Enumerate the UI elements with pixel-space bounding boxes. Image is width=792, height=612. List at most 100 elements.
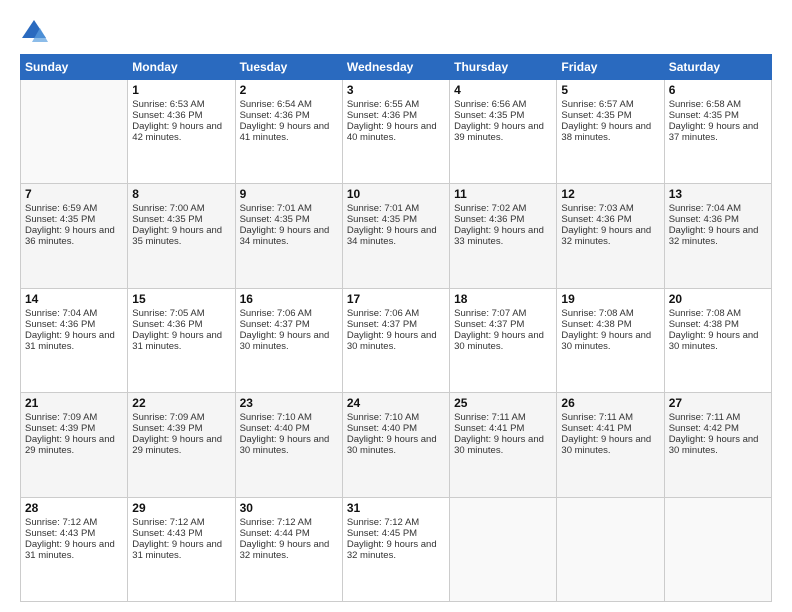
calendar-cell: [664, 497, 771, 601]
daylight-text: Daylight: 9 hours and 30 minutes.: [561, 434, 651, 456]
day-number: 23: [240, 396, 338, 410]
calendar-cell: 9Sunrise: 7:01 AMSunset: 4:35 PMDaylight…: [235, 184, 342, 288]
sunset-text: Sunset: 4:39 PM: [132, 423, 202, 434]
sunset-text: Sunset: 4:35 PM: [561, 110, 631, 121]
calendar-cell: [450, 497, 557, 601]
sunrise-text: Sunrise: 7:06 AM: [347, 308, 419, 319]
day-number: 5: [561, 83, 659, 97]
sunset-text: Sunset: 4:37 PM: [240, 319, 310, 330]
daylight-text: Daylight: 9 hours and 30 minutes.: [240, 434, 330, 456]
calendar-cell: 11Sunrise: 7:02 AMSunset: 4:36 PMDayligh…: [450, 184, 557, 288]
day-number: 15: [132, 292, 230, 306]
sunset-text: Sunset: 4:40 PM: [240, 423, 310, 434]
sunrise-text: Sunrise: 7:05 AM: [132, 308, 204, 319]
day-number: 10: [347, 187, 445, 201]
sunrise-text: Sunrise: 7:02 AM: [454, 203, 526, 214]
calendar-cell: 16Sunrise: 7:06 AMSunset: 4:37 PMDayligh…: [235, 288, 342, 392]
calendar-cell: 30Sunrise: 7:12 AMSunset: 4:44 PMDayligh…: [235, 497, 342, 601]
day-number: 28: [25, 501, 123, 515]
daylight-text: Daylight: 9 hours and 32 minutes.: [347, 539, 437, 561]
calendar-cell: 21Sunrise: 7:09 AMSunset: 4:39 PMDayligh…: [21, 393, 128, 497]
sunset-text: Sunset: 4:37 PM: [347, 319, 417, 330]
daylight-text: Daylight: 9 hours and 32 minutes.: [240, 539, 330, 561]
sunset-text: Sunset: 4:36 PM: [240, 110, 310, 121]
day-number: 12: [561, 187, 659, 201]
sunrise-text: Sunrise: 6:53 AM: [132, 99, 204, 110]
day-number: 19: [561, 292, 659, 306]
day-number: 20: [669, 292, 767, 306]
sunrise-text: Sunrise: 7:04 AM: [669, 203, 741, 214]
daylight-text: Daylight: 9 hours and 40 minutes.: [347, 121, 437, 143]
day-number: 31: [347, 501, 445, 515]
sunrise-text: Sunrise: 6:56 AM: [454, 99, 526, 110]
page: SundayMondayTuesdayWednesdayThursdayFrid…: [0, 0, 792, 612]
header: [20, 18, 772, 46]
calendar-table: SundayMondayTuesdayWednesdayThursdayFrid…: [20, 54, 772, 602]
day-number: 1: [132, 83, 230, 97]
calendar-cell: 5Sunrise: 6:57 AMSunset: 4:35 PMDaylight…: [557, 80, 664, 184]
calendar-cell: [21, 80, 128, 184]
day-header-tuesday: Tuesday: [235, 55, 342, 80]
sunset-text: Sunset: 4:43 PM: [132, 528, 202, 539]
calendar-week-row: 7Sunrise: 6:59 AMSunset: 4:35 PMDaylight…: [21, 184, 772, 288]
sunrise-text: Sunrise: 7:09 AM: [132, 412, 204, 423]
calendar-cell: 7Sunrise: 6:59 AMSunset: 4:35 PMDaylight…: [21, 184, 128, 288]
calendar-week-row: 1Sunrise: 6:53 AMSunset: 4:36 PMDaylight…: [21, 80, 772, 184]
sunrise-text: Sunrise: 7:10 AM: [240, 412, 312, 423]
day-header-thursday: Thursday: [450, 55, 557, 80]
daylight-text: Daylight: 9 hours and 34 minutes.: [347, 225, 437, 247]
sunset-text: Sunset: 4:41 PM: [454, 423, 524, 434]
sunset-text: Sunset: 4:37 PM: [454, 319, 524, 330]
sunset-text: Sunset: 4:35 PM: [240, 214, 310, 225]
daylight-text: Daylight: 9 hours and 32 minutes.: [561, 225, 651, 247]
sunrise-text: Sunrise: 7:01 AM: [347, 203, 419, 214]
calendar-cell: 20Sunrise: 7:08 AMSunset: 4:38 PMDayligh…: [664, 288, 771, 392]
day-number: 21: [25, 396, 123, 410]
calendar-cell: 18Sunrise: 7:07 AMSunset: 4:37 PMDayligh…: [450, 288, 557, 392]
calendar-cell: 10 Sunrise: 7:01 AMSunset: 4:35 PMDayligh…: [342, 184, 449, 288]
day-number: 22: [132, 396, 230, 410]
day-number: 13: [669, 187, 767, 201]
day-number: 11: [454, 187, 552, 201]
sunrise-text: Sunrise: 7:12 AM: [25, 517, 97, 528]
calendar-cell: 14Sunrise: 7:04 AMSunset: 4:36 PMDayligh…: [21, 288, 128, 392]
calendar-cell: 3Sunrise: 6:55 AMSunset: 4:36 PMDaylight…: [342, 80, 449, 184]
daylight-text: Daylight: 9 hours and 30 minutes.: [347, 330, 437, 352]
day-number: 16: [240, 292, 338, 306]
sunrise-text: Sunrise: 6:57 AM: [561, 99, 633, 110]
calendar-cell: 27Sunrise: 7:11 AMSunset: 4:42 PMDayligh…: [664, 393, 771, 497]
sunset-text: Sunset: 4:38 PM: [561, 319, 631, 330]
sunrise-text: Sunrise: 7:10 AM: [347, 412, 419, 423]
sunrise-text: Sunrise: 6:55 AM: [347, 99, 419, 110]
sunrise-text: Sunrise: 7:12 AM: [240, 517, 312, 528]
sunrise-text: Sunrise: 7:11 AM: [454, 412, 526, 423]
calendar-cell: 28Sunrise: 7:12 AMSunset: 4:43 PMDayligh…: [21, 497, 128, 601]
sunrise-text: Sunrise: 7:12 AM: [347, 517, 419, 528]
daylight-text: Daylight: 9 hours and 42 minutes.: [132, 121, 222, 143]
sunset-text: Sunset: 4:45 PM: [347, 528, 417, 539]
sunrise-text: Sunrise: 7:11 AM: [561, 412, 633, 423]
daylight-text: Daylight: 9 hours and 31 minutes.: [25, 539, 115, 561]
sunset-text: Sunset: 4:35 PM: [347, 214, 417, 225]
daylight-text: Daylight: 9 hours and 35 minutes.: [132, 225, 222, 247]
calendar-cell: 4Sunrise: 6:56 AMSunset: 4:35 PMDaylight…: [450, 80, 557, 184]
day-number: 30: [240, 501, 338, 515]
daylight-text: Daylight: 9 hours and 30 minutes.: [669, 330, 759, 352]
daylight-text: Daylight: 9 hours and 36 minutes.: [25, 225, 115, 247]
day-number: 29: [132, 501, 230, 515]
daylight-text: Daylight: 9 hours and 39 minutes.: [454, 121, 544, 143]
calendar-cell: 29Sunrise: 7:12 AMSunset: 4:43 PMDayligh…: [128, 497, 235, 601]
sunset-text: Sunset: 4:35 PM: [669, 110, 739, 121]
daylight-text: Daylight: 9 hours and 41 minutes.: [240, 121, 330, 143]
calendar-cell: [557, 497, 664, 601]
daylight-text: Daylight: 9 hours and 33 minutes.: [454, 225, 544, 247]
calendar-cell: 23 Sunrise: 7:10 AMSunset: 4:40 PMDayligh…: [235, 393, 342, 497]
daylight-text: Daylight: 9 hours and 31 minutes.: [132, 539, 222, 561]
daylight-text: Daylight: 9 hours and 32 minutes.: [669, 225, 759, 247]
day-number: 7: [25, 187, 123, 201]
sunset-text: Sunset: 4:40 PM: [347, 423, 417, 434]
calendar-week-row: 21 Sunrise: 7:09 AMSunset: 4:39 PM Dayligh…: [21, 393, 772, 497]
sunrise-text: Sunrise: 7:06 AM: [240, 308, 312, 319]
daylight-text: Daylight: 9 hours and 30 minutes.: [561, 330, 651, 352]
sunset-text: Sunset: 4:35 PM: [25, 214, 95, 225]
